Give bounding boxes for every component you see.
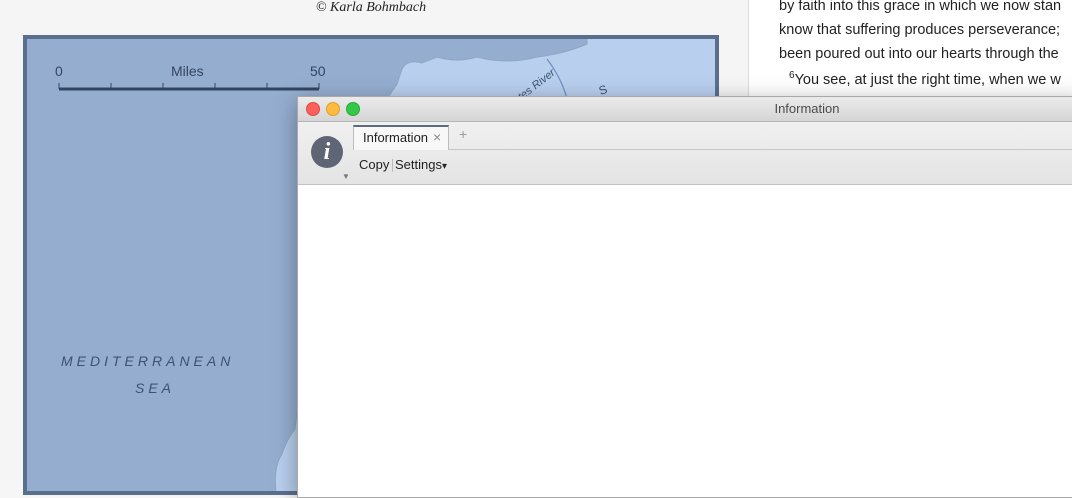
window-titlebar[interactable]: Information (298, 97, 1072, 122)
scale-end-label: 50 (310, 63, 326, 79)
tab-information[interactable]: Information × (353, 125, 449, 150)
information-content (298, 185, 1072, 497)
settings-label: Settings (395, 157, 442, 172)
scale-unit-label: Miles (171, 63, 204, 79)
tab-label: Information (363, 130, 429, 145)
sea-label-line-1: MEDITERRANEAN (61, 353, 235, 369)
verse-text: You see, at just the right time, when we… (794, 71, 1061, 88)
settings-menu-button[interactable]: Settings▾ (395, 157, 447, 172)
window-title: Information (774, 101, 840, 116)
copy-button[interactable]: Copy (359, 157, 389, 172)
toolbar-separator (392, 159, 393, 172)
verse-line: 6You see, at just the right time, when w… (789, 70, 1061, 88)
info-icon[interactable]: i (311, 136, 343, 168)
text-line: by faith into this grace in which we now… (779, 0, 1062, 14)
tab-divider (449, 149, 1072, 150)
text-line: know that suffering produces perseveranc… (779, 22, 1061, 38)
text-line: been poured out into our hearts through … (779, 46, 1059, 62)
information-window: Information i ▼ Information × + Copy Set… (297, 96, 1072, 498)
map-credit: © Karla Bohmbach (315, 0, 427, 15)
settings-caret-icon: ▾ (441, 161, 448, 172)
sea-label-line-2: SEA (135, 380, 176, 396)
icon-menu-caret-icon[interactable]: ▼ (342, 172, 350, 181)
close-tab-icon[interactable]: × (433, 129, 441, 145)
window-toolbar: i ▼ Information × + Copy Settings▾ (298, 122, 1072, 185)
add-tab-button[interactable]: + (459, 126, 467, 142)
scale-start-label: 0 (55, 63, 63, 79)
